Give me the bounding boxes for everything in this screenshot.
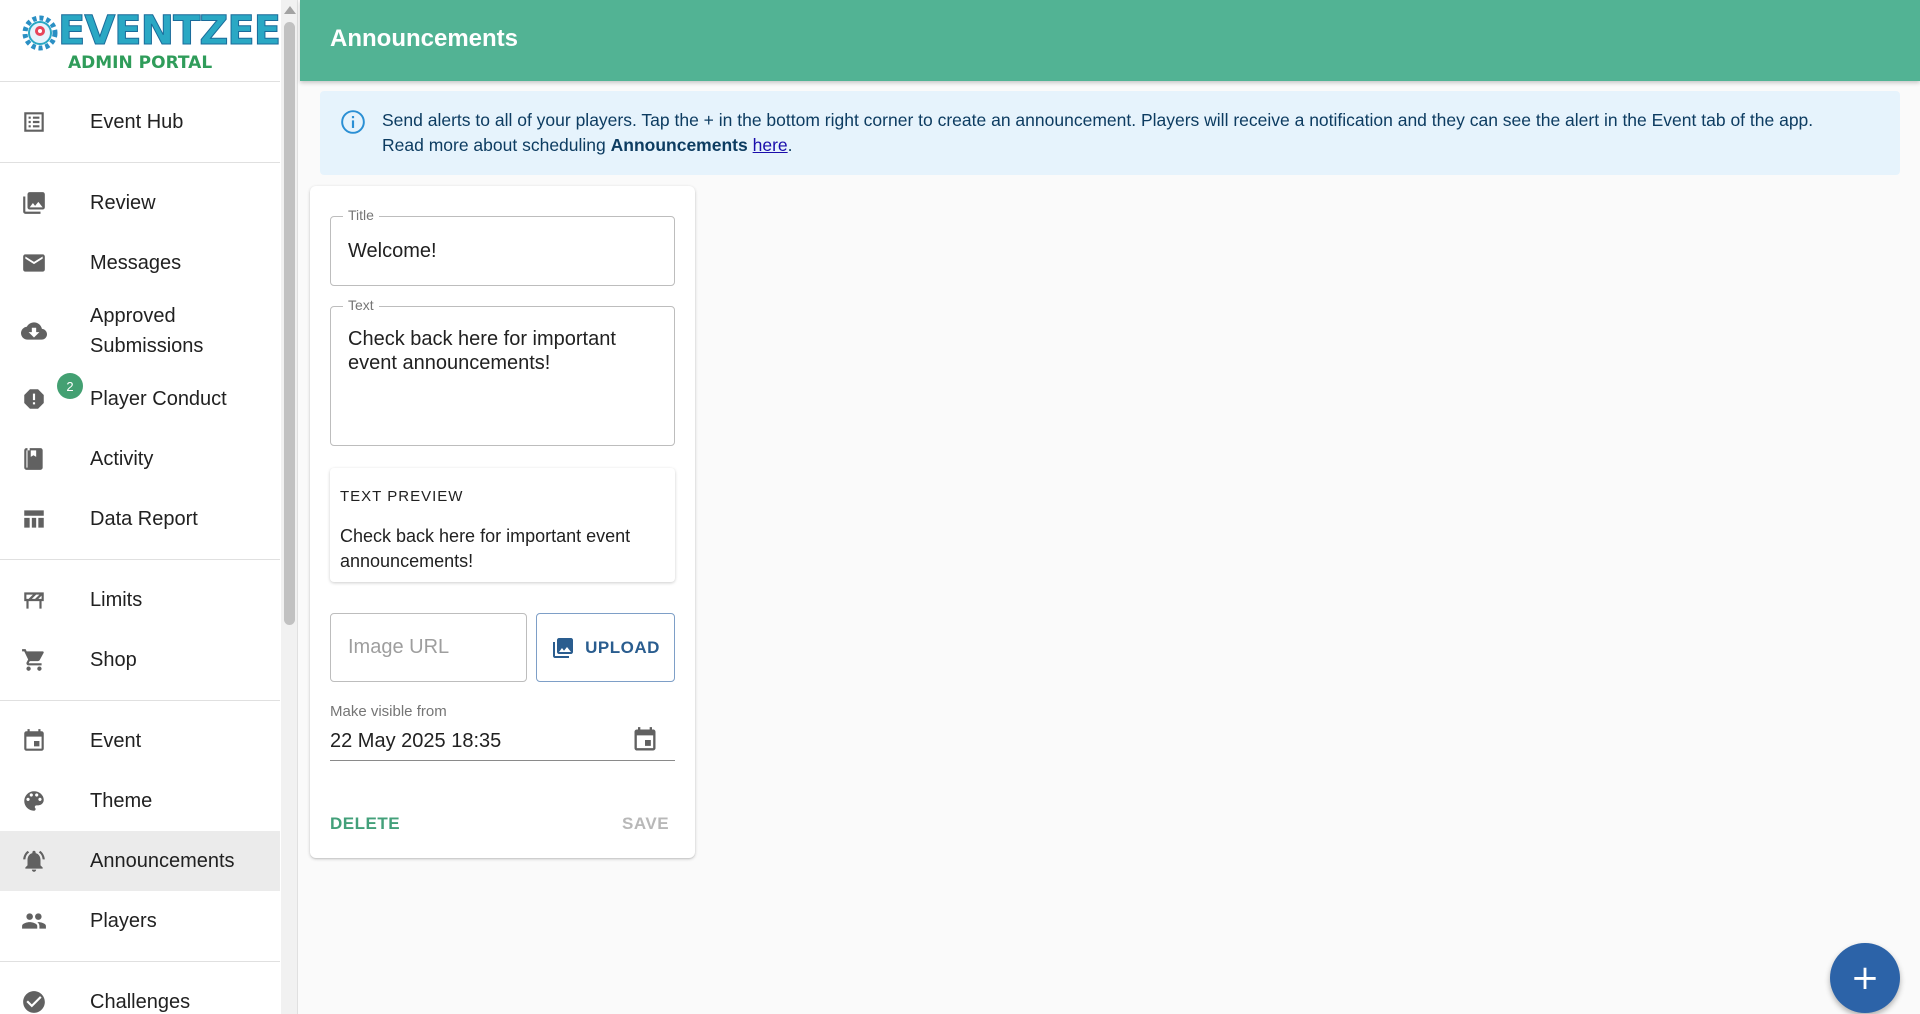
announcement-card: Title Welcome! Text Check back here for … <box>310 186 695 858</box>
sidebar-item-data-report[interactable]: Data Report <box>0 489 280 549</box>
text-field[interactable]: Text Check back here for important event… <box>330 297 675 446</box>
image-icon <box>20 189 48 217</box>
sidebar-item-review[interactable]: Review <box>0 173 280 233</box>
info-text: Send alerts to all of your players. Tap … <box>382 108 1882 158</box>
scroll-thumb[interactable] <box>284 22 295 625</box>
calendar-icon <box>20 727 48 755</box>
info-banner: Send alerts to all of your players. Tap … <box>320 91 1900 175</box>
sidebar-item-limits[interactable]: Limits <box>0 570 280 630</box>
sidebar-item-shop[interactable]: Shop <box>0 630 280 690</box>
mail-icon <box>20 249 48 277</box>
page-title: Announcements <box>330 25 519 52</box>
sidebar-item-label: Review <box>90 192 156 214</box>
sidebar-item-activity[interactable]: Activity <box>0 429 280 489</box>
divider <box>0 700 280 701</box>
info-icon <box>341 110 365 134</box>
sidebar-item-label: Messages <box>90 252 182 274</box>
title-field[interactable]: Title Welcome! <box>330 207 675 286</box>
table-icon <box>20 505 48 533</box>
logo-subtitle: ADMIN PORTAL <box>68 53 213 73</box>
text-preview: TEXT PREVIEW Check back here for importa… <box>330 468 675 582</box>
app-header: Announcements <box>300 0 1920 81</box>
divider <box>0 961 280 962</box>
cloud-download-icon <box>20 317 48 345</box>
image-url-input[interactable]: Image URL <box>330 613 527 682</box>
sidebar-item-label: Activity <box>90 448 154 470</box>
sidebar-item-player-conduct[interactable]: 2 Player Conduct <box>0 369 280 429</box>
visible-from-input[interactable]: 22 May 2025 18:35 <box>330 730 501 753</box>
sidebar-item-players[interactable]: Players <box>0 891 280 951</box>
sidebar: EVENTZEE ADMIN PORTAL Event Hub Review M… <box>0 0 298 1014</box>
sidebar-item-label: Players <box>90 910 157 932</box>
info-here-link[interactable]: here <box>753 135 788 155</box>
date-underline <box>330 760 675 761</box>
sidebar-item-label: Announcements <box>90 850 235 872</box>
divider <box>0 162 280 163</box>
scroll-up-arrow-icon[interactable] <box>284 6 296 14</box>
sidebar-item-announcements[interactable]: Announcements <box>0 831 280 891</box>
delete-button[interactable]: DELETE <box>330 814 400 834</box>
sidebar-item-label: Challenges <box>90 991 191 1013</box>
title-field-label: Title <box>343 207 379 223</box>
add-announcement-button[interactable]: + <box>1830 943 1900 1013</box>
sidebar-item-challenges[interactable]: Challenges <box>0 972 280 1014</box>
info-bold-announcements: Announcements <box>610 135 748 155</box>
sidebar-item-approved-submissions[interactable]: Approved Submissions <box>0 293 280 369</box>
info-line-2-prefix: Read more about scheduling <box>382 135 611 155</box>
upload-button[interactable]: UPLOAD <box>536 613 675 682</box>
sidebar-item-label: Player Conduct <box>90 388 227 410</box>
alert-icon: 2 <box>20 373 83 413</box>
image-url-placeholder: Image URL <box>348 636 450 658</box>
check-icon <box>20 988 48 1014</box>
sidebar-item-event-hub[interactable]: Event Hub <box>0 92 280 152</box>
sidebar-item-messages[interactable]: Messages <box>0 233 280 293</box>
sidebar-item-label: Event <box>90 730 142 752</box>
palette-icon <box>20 787 48 815</box>
sidebar-item-label: Event Hub <box>90 111 184 133</box>
bell-icon <box>20 847 48 875</box>
sidebar-scrollbar[interactable] <box>281 0 297 1014</box>
notification-badge: 2 <box>57 373 83 399</box>
visible-from-label: Make visible from <box>330 703 447 720</box>
list-icon <box>20 108 48 136</box>
text-field-value[interactable]: Check back here for important event anno… <box>348 327 648 375</box>
save-button[interactable]: SAVE <box>622 814 669 834</box>
cart-icon <box>20 646 48 674</box>
sidebar-item-theme[interactable]: Theme <box>0 771 280 831</box>
text-preview-content: Check back here for important event anno… <box>340 526 631 571</box>
sidebar-item-label: Theme <box>90 790 153 812</box>
calendar-icon[interactable] <box>631 726 659 754</box>
info-line-1: Send alerts to all of your players. Tap … <box>382 110 1814 130</box>
upload-button-label: UPLOAD <box>585 637 660 657</box>
notebook-icon <box>20 445 48 473</box>
sidebar-nav: Event Hub Review Messages Approved Submi… <box>0 92 280 1014</box>
sidebar-item-label: Data Report <box>90 508 198 530</box>
sidebar-item-label: Limits <box>90 589 143 611</box>
info-line-2-suffix: . <box>787 135 793 155</box>
text-preview-label: TEXT PREVIEW <box>340 488 464 505</box>
barrier-icon <box>20 586 48 614</box>
people-icon <box>20 907 48 935</box>
plus-icon: + <box>1850 958 1880 998</box>
logo[interactable]: EVENTZEE ADMIN PORTAL <box>0 0 282 82</box>
logo-title: EVENTZEE <box>57 8 281 55</box>
sidebar-item-label: Approved Submissions <box>90 305 204 357</box>
image-upload-icon <box>553 637 574 658</box>
title-field-value[interactable]: Welcome! <box>348 239 437 263</box>
gear-logo-icon <box>22 15 58 51</box>
sidebar-item-label: Shop <box>90 649 137 671</box>
divider <box>0 559 280 560</box>
sidebar-item-event[interactable]: Event <box>0 711 280 771</box>
text-field-label: Text <box>343 297 379 313</box>
